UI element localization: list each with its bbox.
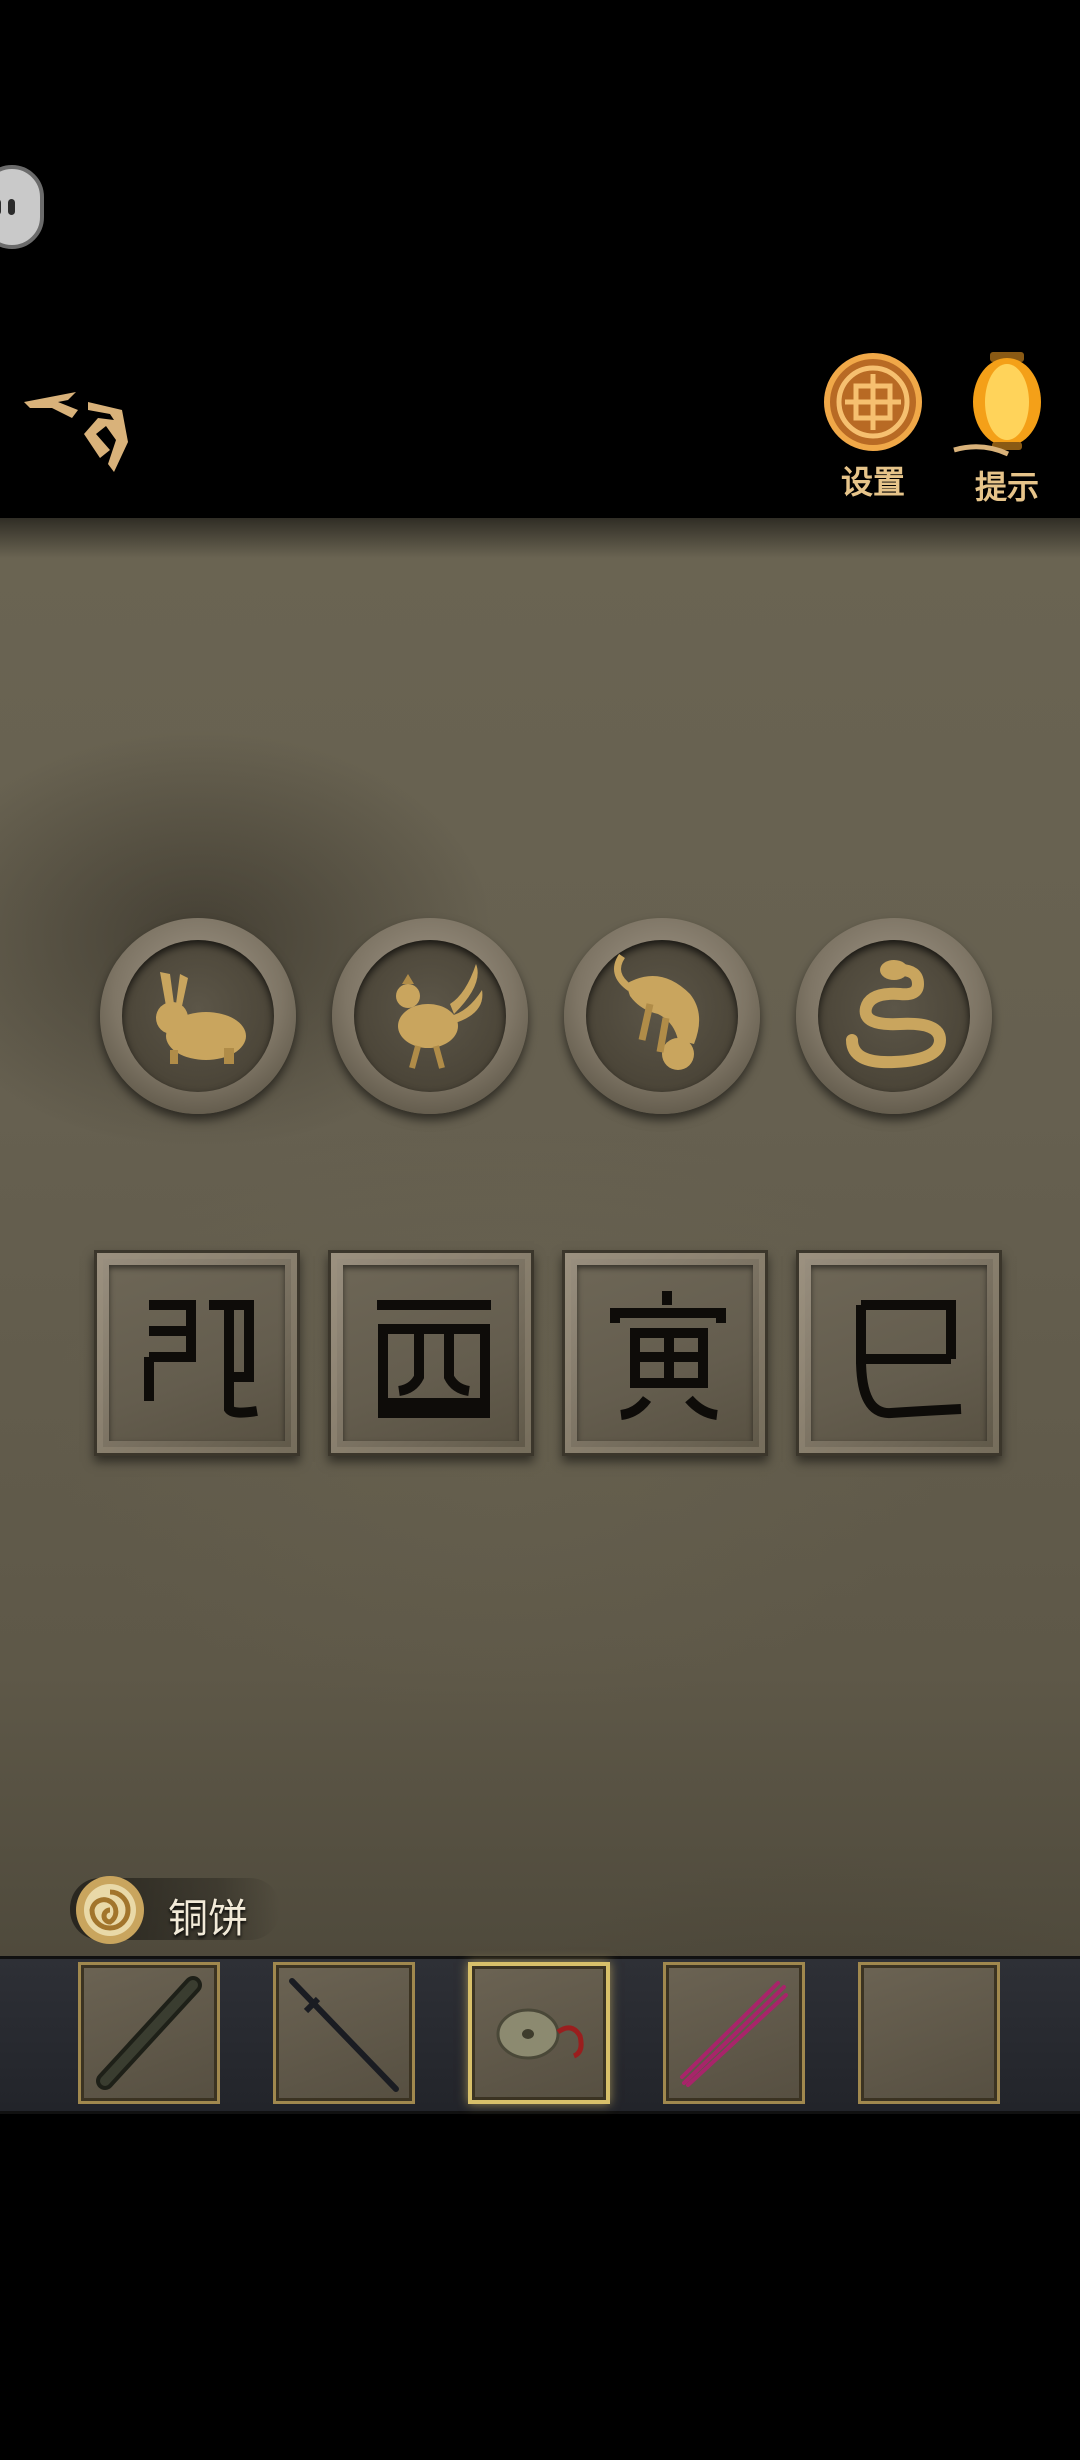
snake-icon bbox=[846, 960, 947, 1069]
lantern-icon bbox=[953, 352, 1041, 457]
rabbit-icon bbox=[156, 972, 246, 1064]
tiger-icon bbox=[614, 954, 700, 1070]
settings-button[interactable]: 设置 bbox=[818, 352, 928, 507]
inventory-slot-5[interactable] bbox=[858, 1962, 1000, 2104]
seal-glyph: 巳 bbox=[856, 1300, 962, 1418]
bronze-disc-icon bbox=[496, 2008, 584, 2060]
settings-label: 设置 bbox=[840, 463, 905, 501]
medallion-snake[interactable] bbox=[796, 918, 992, 1114]
seal-glyph: 酉 bbox=[377, 1300, 491, 1418]
puzzle-panel bbox=[0, 518, 1080, 1958]
back-button[interactable] bbox=[18, 372, 138, 472]
eye-icon bbox=[8, 199, 15, 215]
seal-glyph: 寅 bbox=[610, 1291, 726, 1420]
swirl-icon bbox=[72, 1872, 148, 1948]
inventory-slot-4[interactable] bbox=[663, 1962, 805, 2104]
settings-emblem-icon bbox=[824, 353, 922, 451]
incense-sticks-icon bbox=[680, 1981, 788, 2087]
back-arrow-icon bbox=[24, 392, 128, 472]
medallion-rabbit[interactable] bbox=[100, 918, 296, 1114]
inventory-slot-3[interactable] bbox=[468, 1962, 610, 2104]
inventory-slot-1[interactable] bbox=[78, 1962, 220, 2104]
glyph-tile-yin[interactable]: 寅 bbox=[562, 1250, 768, 1456]
selected-item-name: 铜饼 bbox=[168, 1896, 248, 1942]
hint-button[interactable]: 提示 bbox=[952, 350, 1062, 510]
inventory-slot-2[interactable] bbox=[273, 1962, 415, 2104]
floating-assistant-button[interactable] bbox=[0, 165, 44, 249]
medallion-tiger[interactable] bbox=[564, 918, 760, 1114]
glyph-tile-you[interactable]: 酉 bbox=[328, 1250, 534, 1456]
scroll-tube-icon bbox=[96, 1976, 202, 2090]
eye-icon bbox=[0, 199, 1, 215]
medallion-rooster[interactable] bbox=[332, 918, 528, 1114]
seal-glyph: 卯 bbox=[144, 1300, 258, 1418]
glyph-tile-mao[interactable]: 卯 bbox=[94, 1250, 300, 1456]
hint-label: 提示 bbox=[974, 468, 1039, 506]
rooster-icon bbox=[396, 964, 483, 1069]
glyph-tile-si[interactable]: 巳 bbox=[796, 1250, 1002, 1456]
sword-icon bbox=[289, 1978, 399, 2092]
panel-shadow bbox=[0, 518, 1080, 558]
